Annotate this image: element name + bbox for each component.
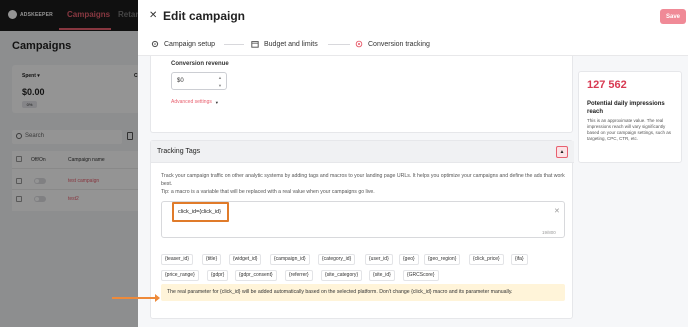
- macro-chip[interactable]: {title}: [202, 254, 222, 265]
- macro-chip[interactable]: {geo_region}: [424, 254, 461, 265]
- tracking-tags-value: click_id={click_id}: [178, 209, 221, 215]
- tracking-tags-header: Tracking Tags ▲: [151, 141, 574, 163]
- annotation-arrow-icon: [112, 294, 160, 302]
- caret-down-icon: ▼: [214, 99, 219, 105]
- macro-chip[interactable]: {geo}: [399, 254, 419, 265]
- advanced-settings-link[interactable]: Advanced settings ▼: [171, 99, 219, 105]
- tracking-tags-description-text: Track your campaign traffic on other ana…: [161, 173, 565, 187]
- collapse-chevron-icon[interactable]: ▲: [556, 146, 568, 158]
- tracking-tags-title: Tracking Tags: [157, 148, 201, 155]
- macro-chip[interactable]: {click_price}: [469, 254, 504, 265]
- tracking-tags-tip: Tip: a macro is a variable that will be …: [161, 189, 375, 195]
- step-navigation: Campaign setup Budget and limits Convers…: [138, 32, 688, 56]
- edit-campaign-modal: ✕ Edit campaign Save Campaign setup Budg…: [138, 0, 688, 327]
- reach-label: Potential daily impressions reach: [587, 101, 665, 115]
- macro-chip[interactable]: {widget_id}: [229, 254, 262, 265]
- macro-chip[interactable]: {site_id}: [369, 270, 395, 281]
- macro-chip[interactable]: {campaign_id}: [270, 254, 310, 265]
- conversion-card: [150, 56, 573, 133]
- macro-chip[interactable]: {gdpr_consent}: [235, 270, 277, 281]
- step-connector: [224, 44, 244, 45]
- modal-title: Edit campaign: [163, 9, 246, 23]
- clear-icon[interactable]: ✕: [554, 207, 560, 215]
- modal-backdrop[interactable]: [0, 0, 140, 327]
- tracking-tags-highlight: click_id={click_id}: [172, 202, 229, 222]
- step-label: Conversion tracking: [368, 40, 430, 48]
- step-conversion-tracking[interactable]: Conversion tracking: [355, 40, 430, 48]
- step-campaign-setup[interactable]: Campaign setup: [151, 40, 215, 48]
- tracking-tags-card: Tracking Tags ▲ Track your campaign traf…: [150, 140, 574, 319]
- close-icon[interactable]: ✕: [149, 10, 157, 21]
- info-note-text: The real parameter for {click_id} will b…: [167, 289, 513, 295]
- step-budget-and-limits[interactable]: Budget and limits: [251, 40, 318, 48]
- macro-chip[interactable]: {referrer}: [285, 270, 313, 281]
- reach-description: This is an approximate value. The real i…: [587, 118, 672, 141]
- calendar-icon: [251, 41, 259, 48]
- step-connector: [328, 44, 350, 45]
- reach-card: 127 562 Potential daily impressions reac…: [578, 71, 682, 163]
- gear-icon: [151, 40, 159, 48]
- tracking-tags-description: Track your campaign traffic on other ana…: [161, 172, 566, 196]
- macro-chip[interactable]: {ifa}: [511, 254, 528, 265]
- character-counter: 19/800: [542, 230, 556, 235]
- reach-value: 127 562: [587, 79, 627, 91]
- step-label: Campaign setup: [164, 40, 215, 48]
- conversion-revenue-value: $0: [177, 78, 184, 84]
- macro-chip[interactable]: {GRCScore}: [403, 270, 439, 281]
- macro-chip[interactable]: {gdpr}: [207, 270, 229, 281]
- modal-header: ✕ Edit campaign Save: [138, 0, 688, 32]
- macro-chip[interactable]: {price_range}: [161, 270, 199, 281]
- conversion-revenue-input[interactable]: $0 ▲ ▼: [171, 72, 227, 90]
- info-note: The real parameter for {click_id} will b…: [161, 284, 565, 301]
- tracking-tags-input[interactable]: click_id={click_id} ✕ 19/800: [161, 201, 565, 238]
- macro-chip[interactable]: {user_id}: [365, 254, 393, 265]
- increment-icon[interactable]: ▲: [218, 75, 222, 80]
- macro-chip[interactable]: {teaser_id}: [161, 254, 193, 265]
- decrement-icon[interactable]: ▼: [218, 83, 222, 88]
- macro-chip[interactable]: {site_category}: [321, 270, 363, 281]
- macro-chip[interactable]: {category_id}: [318, 254, 356, 265]
- step-label: Budget and limits: [264, 40, 318, 48]
- conversion-revenue-label: Conversion revenue: [171, 61, 229, 67]
- advanced-settings-label: Advanced settings: [171, 99, 212, 105]
- save-button[interactable]: Save: [660, 9, 686, 24]
- target-icon: [355, 40, 363, 48]
